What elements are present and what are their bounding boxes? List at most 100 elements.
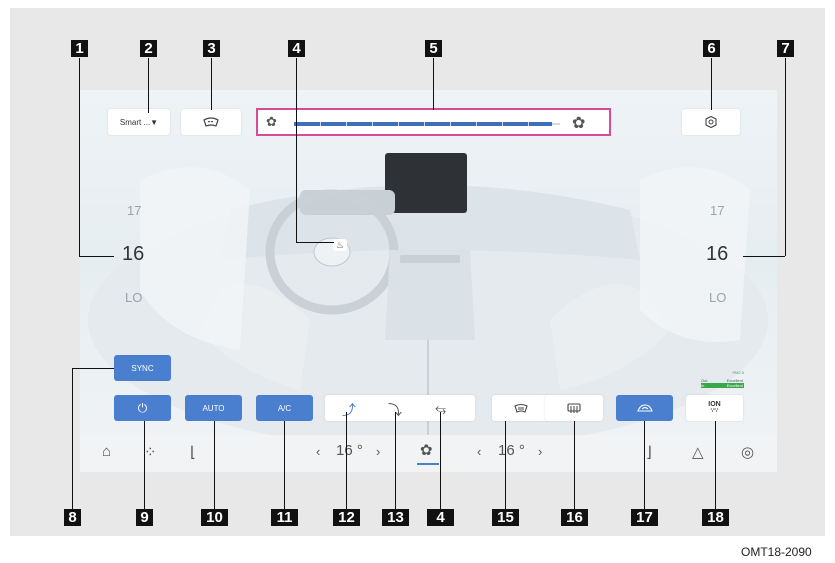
left-temp-increase[interactable]: › [376, 444, 380, 459]
leader-7 [785, 58, 786, 256]
leader-10 [214, 421, 215, 510]
music-icon[interactable]: ◎ [741, 443, 754, 461]
pm25-label: PM2.5 [732, 370, 744, 375]
leader-2 [148, 58, 149, 113]
power-button[interactable]: ⏻ [114, 395, 171, 421]
callout-7: 7 [777, 40, 794, 57]
callout-8: 8 [64, 509, 81, 526]
fan-high-icon: ✿ [572, 115, 586, 132]
nav-left-temp: 16 ° [336, 442, 363, 459]
climate-active-indicator [417, 463, 439, 465]
leader-1 [79, 58, 80, 256]
left-temp-current[interactable]: 16 [122, 243, 144, 266]
front-defrost-button[interactable] [181, 109, 241, 135]
leader-12 [346, 412, 347, 510]
climate-fan-icon[interactable]: ✿ [420, 441, 433, 459]
airflow-mode-group: ⤴ ⤵ ⥃ [325, 395, 475, 421]
leader-1-h [79, 256, 114, 257]
climate-screen: Smart ...▼ ✿ ✿ 17 16 LO 17 16 LO ♨ SYNC … [80, 90, 777, 472]
leader-5 [433, 58, 434, 110]
figure-code: OMT18-2090 [741, 545, 812, 559]
fan-speed-slider[interactable]: ✿ ✿ [256, 108, 611, 136]
ac-button[interactable]: A/C [256, 395, 313, 421]
leader-9 [144, 421, 145, 510]
indoor-air-value: Excellent [726, 383, 743, 388]
callout-11: 11 [271, 509, 298, 526]
right-temp-decrease[interactable]: ‹ [477, 444, 481, 459]
leader-11 [284, 421, 285, 510]
right-temp-lower[interactable]: LO [709, 290, 726, 305]
air-quality-panel: PM2.5 Out Excellent In Excellent [701, 370, 744, 388]
ion-dots-icon: ∵∵ [710, 408, 719, 414]
left-temp-decrease[interactable]: ‹ [316, 444, 320, 459]
climate-mode-dropdown[interactable]: Smart ...▼ [108, 109, 170, 135]
airflow-face-icon[interactable]: ⤴ [342, 400, 356, 420]
bottom-nav-bar: ⌂ ⁘ ⌊ ‹ 16 ° › ✿ ‹ 16 ° › ⌋ △ ◎ [80, 435, 777, 472]
recirculation-icon [636, 404, 653, 412]
ion-label: ION [708, 401, 721, 408]
passenger-seat-icon[interactable]: ⌋ [646, 443, 652, 461]
leader-18 [715, 421, 716, 510]
callout-14: 4 [427, 509, 454, 526]
leader-8-h [72, 368, 114, 369]
settings-button[interactable] [682, 109, 740, 135]
fan-speed-fill [294, 122, 552, 126]
callout-4-top: 4 [288, 40, 305, 57]
windshield-defrost-icon [203, 117, 219, 127]
ac-label: A/C [277, 403, 292, 413]
left-temp-upper[interactable]: 17 [127, 203, 141, 218]
sync-label: SYNC [131, 363, 154, 373]
right-temp-increase[interactable]: › [538, 444, 542, 459]
leader-14 [440, 412, 441, 510]
fan-low-icon: ✿ [266, 114, 277, 129]
leader-6 [711, 58, 712, 110]
left-temp-lower[interactable]: LO [125, 290, 142, 305]
callout-10: 10 [201, 509, 228, 526]
gear-icon [705, 116, 717, 128]
steering-heat-icon[interactable]: ♨ [333, 239, 347, 251]
ion-button[interactable]: ION ∵∵ [686, 395, 743, 421]
leader-4-h [296, 242, 334, 243]
callout-9: 9 [136, 509, 153, 526]
callout-18: 18 [702, 509, 729, 526]
nav-right-temp: 16 ° [498, 442, 525, 459]
power-icon: ⏻ [137, 400, 148, 415]
navigation-icon[interactable]: △ [692, 443, 704, 461]
rear-defrost-button[interactable] [545, 395, 603, 421]
callout-16: 16 [561, 509, 588, 526]
leader-13 [395, 412, 396, 510]
callout-5: 5 [425, 40, 442, 57]
callout-12: 12 [333, 509, 360, 526]
driver-seat-icon[interactable]: ⌊ [190, 443, 196, 461]
callout-6: 6 [703, 40, 720, 57]
apps-grid-icon[interactable]: ⁘ [144, 443, 157, 461]
leader-4 [296, 58, 297, 242]
car-interior-illustration [88, 153, 768, 435]
auto-button[interactable]: AUTO [185, 395, 242, 421]
leader-8 [72, 368, 73, 509]
callout-17: 17 [631, 509, 658, 526]
callout-3: 3 [203, 40, 220, 57]
leader-17 [644, 421, 645, 510]
callout-13: 13 [382, 509, 409, 526]
callout-2: 2 [140, 40, 157, 57]
right-temp-current[interactable]: 16 [706, 243, 728, 266]
callout-15: 15 [492, 509, 519, 526]
leader-16 [574, 421, 575, 510]
climate-mode-label: Smart ...▼ [119, 117, 159, 127]
right-temp-upper[interactable]: 17 [710, 203, 724, 218]
indoor-air-label: In [701, 383, 705, 388]
leader-3 [211, 58, 212, 110]
sync-button[interactable]: SYNC [114, 355, 171, 381]
auto-label: AUTO [202, 403, 225, 413]
indoor-air-row: In Excellent [701, 383, 744, 388]
leader-15 [505, 421, 506, 510]
front-defrost-max-icon [514, 403, 528, 413]
callout-1: 1 [71, 40, 88, 57]
leader-7-h [743, 256, 785, 257]
recirculation-button[interactable] [616, 395, 673, 421]
home-icon[interactable]: ⌂ [102, 443, 111, 460]
rear-window-defrost-icon [567, 402, 581, 413]
fan-speed-remaining [552, 123, 560, 125]
max-defrost-button[interactable] [492, 395, 550, 421]
